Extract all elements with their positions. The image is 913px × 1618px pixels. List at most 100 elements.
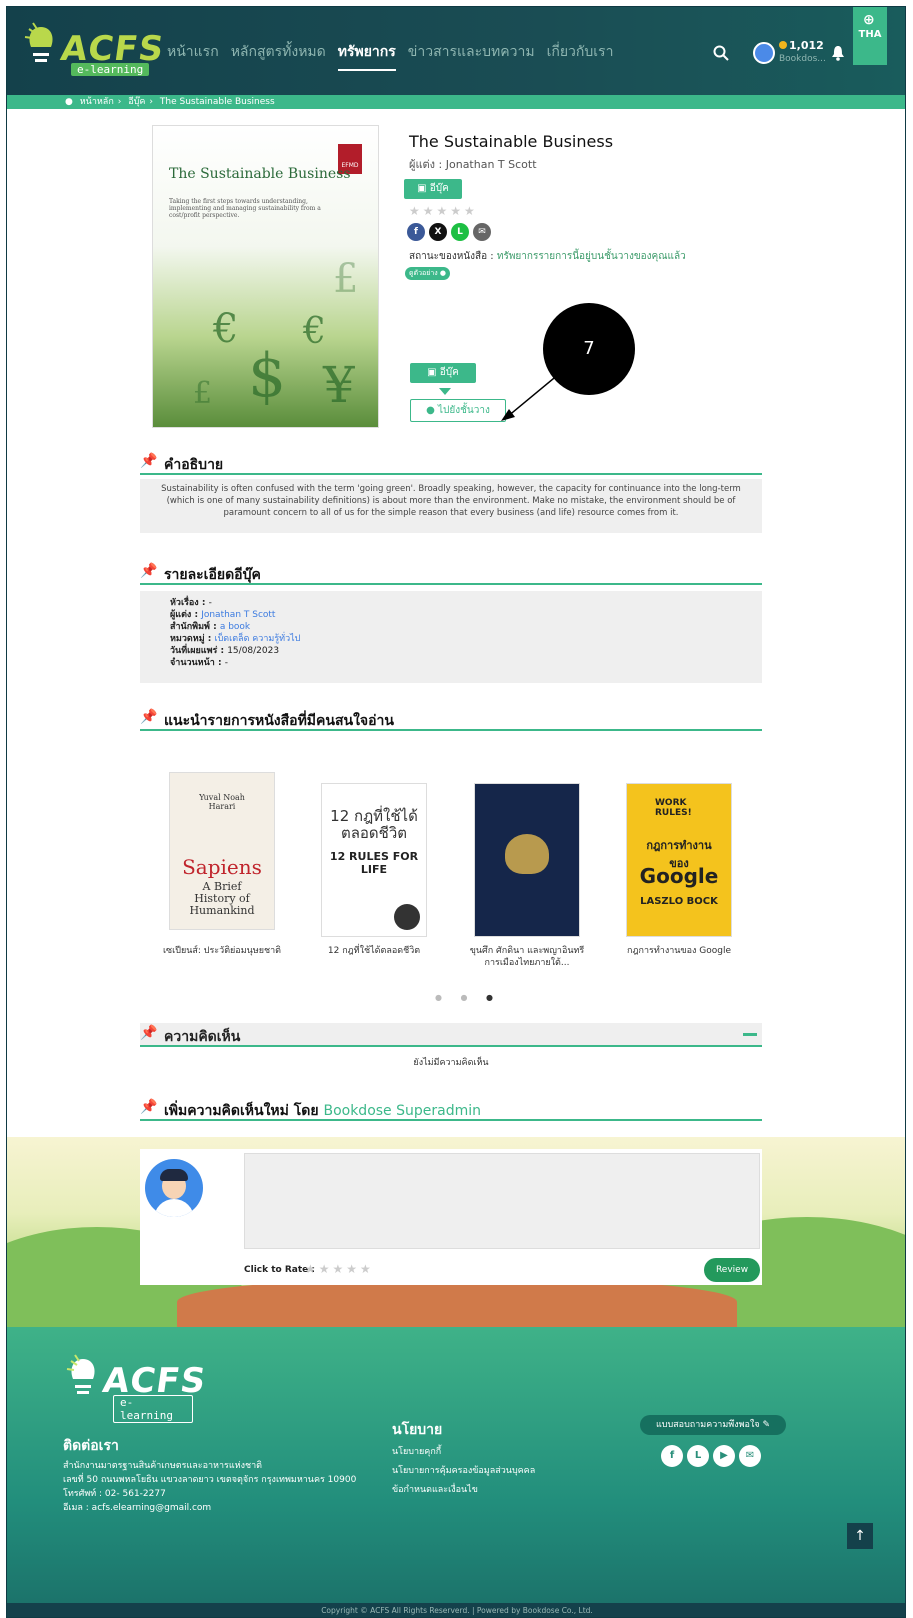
coin-icon (779, 41, 787, 49)
down-arrow-icon (439, 388, 451, 395)
footer: ACFS e-learning ติดต่อเรา สำนักงานมาตรฐา… (7, 1327, 905, 1617)
pin-icon: 📌 (140, 1025, 158, 1041)
detail-subject: หัวเรื่อง : - (170, 597, 732, 609)
survey-button[interactable]: แบบสอบถามความพึงพอใจ ✎ (640, 1415, 786, 1435)
terms-link[interactable]: ข้อกำหนดและเงื่อนไข (392, 1481, 535, 1500)
euro-glyph: € (213, 306, 239, 352)
rating-stars: ★★★★★ (409, 204, 478, 218)
nav-courses[interactable]: หลักสูตรทั้งหมด (231, 41, 326, 71)
contact-phone: โทรศัพท์ : 02- 561-2277 (63, 1489, 166, 1499)
details-title: รายละเอียดอีบุ๊ค (164, 567, 261, 583)
pin-icon: 📌 (140, 453, 158, 469)
detail-publisher: สำนักพิมพ์ : a book (170, 621, 732, 633)
shelf-button-label: ไปยังชั้นวาง (438, 405, 490, 416)
contact-org: สำนักงานมาตรฐานสินค้าเกษตรและอาหารแห่งชา… (63, 1461, 263, 1471)
rate-stars[interactable]: ★★★★★ (305, 1262, 374, 1276)
user-name[interactable]: Bookdos... (779, 54, 826, 64)
contact-title: ติดต่อเรา (63, 1438, 119, 1454)
dollar-glyph: $ (248, 341, 287, 411)
breadcrumb: ● หน้าหลัก › อีบุ๊ค › The Sustainable Busi… (7, 95, 905, 109)
publisher-link[interactable]: a book (220, 622, 250, 632)
contact-email[interactable]: อีเมล : acfs.elearning@gmail.com (63, 1501, 356, 1515)
cover-work-rules: WORK RULES! (655, 798, 692, 818)
globe-icon: ⊕ (863, 12, 875, 28)
yen-glyph: ¥ (323, 356, 355, 414)
book-title: The Sustainable Business (409, 132, 614, 151)
nav-news[interactable]: ข่าวสารและบทความ (408, 41, 535, 71)
cover-text: 12 RULES FOR LIFE (329, 850, 419, 876)
review-button[interactable]: Review (704, 1258, 760, 1282)
line-icon[interactable]: L (687, 1445, 709, 1467)
facebook-icon[interactable]: f (661, 1445, 683, 1467)
contact-info: สำนักงานมาตรฐานสินค้าเกษตรและอาหารแห่งชา… (63, 1459, 356, 1515)
ebook-button[interactable]: ▣ อีบุ๊ค (410, 363, 476, 383)
chevron-right-icon: › (149, 97, 154, 107)
rec-title-4[interactable]: กฎการทำงานของ Google (619, 945, 739, 957)
no-comment-text: ยังไม่มีความคิดเห็น (413, 1058, 489, 1068)
privacy-policy-link[interactable]: นโยบายการคุ้มครองข้อมูลส่วนบุคคล (392, 1462, 535, 1481)
book-author: ผู้แต่ง : Jonathan T Scott (409, 158, 537, 171)
comment-textarea[interactable] (244, 1153, 760, 1249)
email-icon[interactable]: ✉ (473, 223, 491, 241)
cover-text: Sapiens (182, 855, 262, 879)
details-box: หัวเรื่อง : - ผู้แต่ง : Jonathan T Scott… (140, 591, 762, 683)
nav-home[interactable]: หน้าแรก (167, 41, 219, 71)
email-icon[interactable]: ✉ (739, 1445, 761, 1467)
bell-icon[interactable] (831, 45, 845, 61)
user-avatar[interactable] (753, 42, 775, 64)
footer-logo[interactable]: ACFS e-learning (63, 1351, 209, 1423)
detail-label: จำนวนหน้า : (170, 658, 225, 668)
sample-button[interactable]: ดูตัวอย่าง ● (405, 267, 451, 280)
line-icon[interactable]: L (451, 223, 469, 241)
detail-label: ผู้แต่ง : (170, 610, 202, 620)
type-label: อีบุ๊ค (429, 183, 449, 194)
rec-cover-google[interactable]: WORK RULES! กฎการทำงาน ของ Google LASZLO B… (626, 783, 732, 937)
breadcrumb-ebook[interactable]: อีบุ๊ค (128, 97, 145, 107)
detail-value: - (224, 658, 228, 668)
rec-cover-12rules[interactable]: 12 กฎที่ใช้ได้ ตลอดชีวิต 12 RULES FOR LIF… (321, 783, 427, 937)
breadcrumb-home[interactable]: หน้าหลัก (80, 97, 114, 107)
youtube-icon[interactable]: ▶ (713, 1445, 735, 1467)
copyright: Copyright © ACFS All Rights Reserverd. |… (7, 1603, 905, 1617)
collapse-icon[interactable] (743, 1033, 757, 1036)
pound-glyph: £ (193, 376, 213, 411)
go-to-shelf-button[interactable]: ● ไปยังชั้นวาง (410, 399, 506, 422)
breadcrumb-current: The Sustainable Business (159, 97, 275, 107)
rec-cover-sapiens[interactable]: Yuval Noah Harari Sapiens A Brief History … (169, 772, 275, 930)
comments-title: ความคิดเห็น (164, 1029, 241, 1045)
x-icon[interactable]: X (429, 223, 447, 241)
policy-links: นโยบายคุกกี้ นโยบายการคุ้มครองข้อมูลส่วน… (392, 1443, 535, 1500)
survey-label: แบบสอบถามความพึงพอใจ (655, 1420, 760, 1430)
comments-header[interactable]: 📌 ความคิดเห็น (140, 1023, 762, 1047)
cover-subtitle: A Brief History of Humankind (189, 880, 255, 917)
acfs-logo[interactable]: ACFS e-learning (21, 19, 167, 81)
pin-icon: 📌 (140, 1099, 158, 1115)
cover-author-text: LASZLO BOCK (640, 896, 718, 907)
nav-resources[interactable]: ทรัพยากร (337, 41, 396, 71)
ebook-button-label: อีบุ๊ค (439, 367, 459, 378)
author-link[interactable]: Jonathan T Scott (201, 610, 275, 620)
detail-label: หัวเรื่อง : (170, 598, 209, 608)
commenter-avatar (145, 1159, 203, 1217)
policy-title: นโยบาย (392, 1422, 443, 1438)
rec-title-3[interactable]: ขุนศึก ศักดินา และพญาอินทรี การเมืองไทยภ… (467, 945, 587, 969)
detail-label: สำนักพิมพ์ : (170, 622, 220, 632)
rec-title-1[interactable]: เซเปียนส์: ประวัติย่อมนุษยชาติ (162, 945, 282, 957)
search-icon[interactable] (713, 45, 729, 61)
pin-icon: 📌 (140, 563, 158, 579)
pound-glyph: £ (333, 256, 359, 302)
nav-about[interactable]: เกี่ยวกับเรา (547, 41, 614, 71)
rec-title-2[interactable]: 12 กฎที่ใช้ได้ตลอดชีวิต (314, 945, 434, 957)
facebook-icon[interactable]: f (407, 223, 425, 241)
back-to-top-button[interactable]: ↑ (847, 1523, 873, 1549)
carousel-dots[interactable]: ● ● ● (435, 993, 501, 1002)
eagle-emblem (505, 834, 549, 874)
category-link[interactable]: เบ็ดเตล็ด ความรู้ทั่วไป (215, 634, 301, 644)
language-switch[interactable]: ⊕ THA (853, 7, 887, 65)
add-comment-prefix: เพิ่มความคิดเห็นใหม่ โดย (164, 1103, 324, 1119)
avatar-hair (160, 1169, 188, 1181)
logo-subtext: e-learning (71, 63, 150, 76)
cookie-policy-link[interactable]: นโยบายคุกกี้ (392, 1443, 535, 1462)
cover-thai-text: 12 กฎที่ใช้ได้ ตลอดชีวิต (330, 807, 418, 842)
rec-cover-warlord[interactable] (474, 783, 580, 937)
